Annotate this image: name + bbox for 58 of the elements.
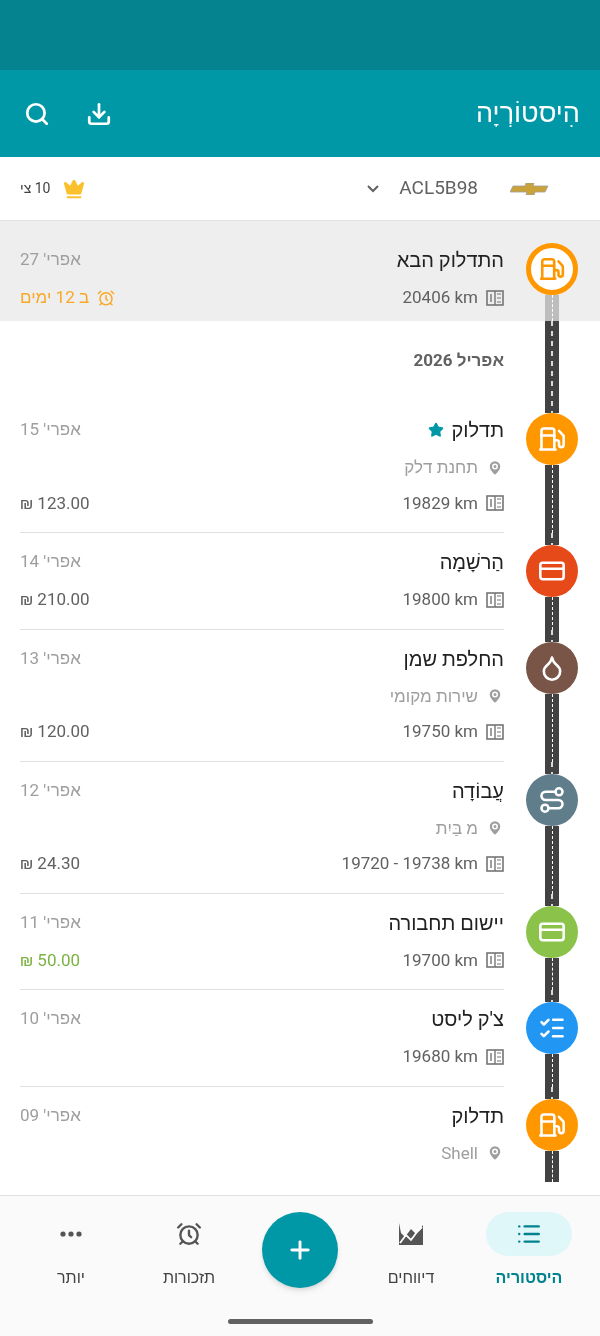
entry-date: אפרי' 12	[20, 778, 81, 802]
entry-location: שירות מקומי	[389, 684, 478, 708]
alarm-clock-icon	[176, 1221, 202, 1247]
entry-odometer: 19750 km	[402, 720, 478, 743]
entry-date: אפרי' 13	[20, 646, 81, 670]
chevron-down-icon	[367, 184, 380, 193]
due-in-days: ב 12 ימים	[20, 285, 90, 311]
nav-tab[interactable]: יותר	[26, 1212, 116, 1290]
entry-title: תדלוק	[451, 1102, 504, 1130]
location-pin-icon	[486, 1144, 504, 1163]
entry-title: הַרשָׁמָה	[439, 549, 504, 576]
entry-odometer: 19800 km	[402, 588, 478, 611]
odometer-icon	[486, 855, 504, 872]
entry-amount: 24.30 ₪	[20, 852, 81, 875]
entry-odometer: 19700 km	[402, 948, 478, 972]
entry-location: תחנת דלק	[404, 456, 478, 479]
entry-date: אפרי' 14	[20, 550, 81, 574]
odometer-icon	[486, 591, 504, 608]
points-count: 10 צי	[20, 179, 51, 198]
nav-tab[interactable]: דיווחים	[366, 1212, 456, 1290]
entry-title: תדלוק	[451, 417, 504, 444]
next-fill-odometer: 20406 km	[402, 286, 478, 309]
nav-tab[interactable]: תזכורות	[144, 1212, 234, 1290]
odometer-icon	[486, 1048, 504, 1065]
entry-date: אפרי' 11	[20, 910, 81, 934]
alarm-icon	[97, 288, 116, 307]
entry-location: מ בַּיִת	[435, 816, 478, 840]
entry-odometer: 19720 - 19738 km	[341, 852, 478, 875]
screen-title: הִיסטוֹרְיָה	[476, 96, 580, 132]
entry-title: החלפת שמן	[403, 645, 504, 673]
entry-amount: 50.00 ₪	[20, 948, 81, 972]
odometer-icon	[486, 289, 504, 306]
vehicle-selector[interactable]: ACL5B98	[367, 174, 478, 203]
more-icon	[60, 1231, 82, 1237]
entry-date: אפרי' 15	[20, 418, 81, 442]
month-header: אפריל 2026	[413, 349, 504, 373]
crown-icon	[62, 177, 85, 200]
entry-odometer: 19829 km	[402, 491, 478, 515]
entry-title: עֲבוֹדָה	[452, 777, 504, 805]
entry-amount: 210.00 ₪	[20, 588, 90, 611]
entry-title: יישום תחבורה	[388, 909, 504, 937]
odometer-icon	[486, 495, 504, 512]
next-fill-date: אפרי' 27	[20, 248, 81, 272]
entry-amount: 120.00 ₪	[20, 720, 90, 743]
location-pin-icon	[486, 458, 504, 477]
entry-location: Shell	[441, 1141, 478, 1165]
location-pin-icon	[486, 687, 504, 706]
entry-odometer: 19680 km	[402, 1045, 478, 1068]
next-fill-title: התדלוק הבא	[396, 247, 504, 274]
entry-amount: 123.00 ₪	[20, 491, 90, 515]
location-pin-icon	[486, 819, 504, 838]
entry-date: אפרי' 10	[20, 1007, 81, 1031]
entry-date: אפרי' 09	[20, 1103, 81, 1127]
odometer-icon	[486, 723, 504, 740]
odometer-icon	[486, 952, 504, 969]
logo-icon	[510, 182, 550, 195]
add-button[interactable]	[262, 1212, 338, 1288]
entry-title: צ'ק ליסט	[431, 1006, 504, 1033]
